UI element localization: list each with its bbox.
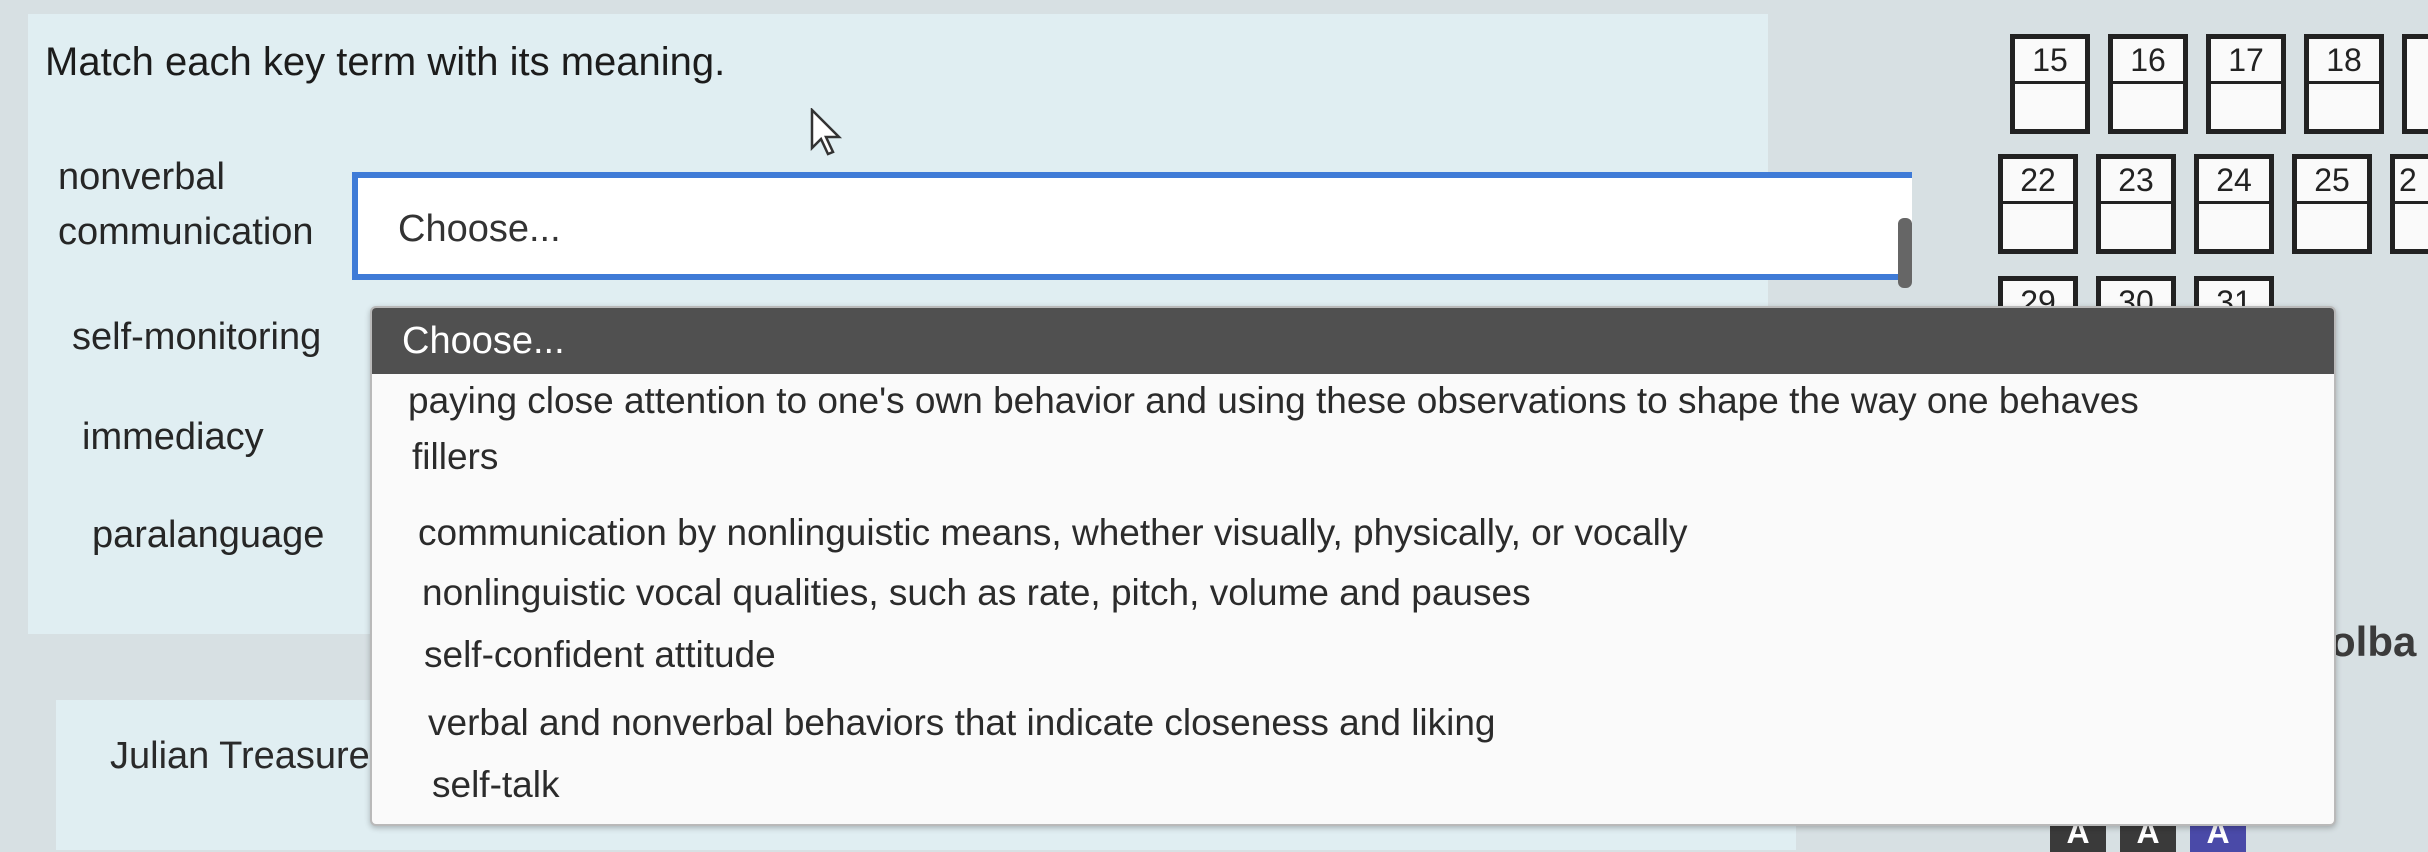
dropdown-option[interactable]: communication by nonlinguistic means, wh… bbox=[418, 512, 1688, 554]
nav-question-16[interactable]: 16 bbox=[2108, 34, 2188, 134]
term-line: nonverbal bbox=[58, 156, 225, 198]
nav-number: 2 bbox=[2395, 159, 2428, 204]
dropdown-option[interactable]: self-talk bbox=[432, 764, 559, 806]
answer-dropdown-list: Choose... paying close attention to one'… bbox=[370, 306, 2336, 826]
nav-number: 17 bbox=[2211, 39, 2281, 84]
toolbar-label-fragment: olba bbox=[2330, 618, 2417, 665]
dropdown-option[interactable]: paying close attention to one's own beha… bbox=[408, 380, 2139, 422]
dropdown-option-label: Choose... bbox=[402, 320, 565, 362]
nav-number: 25 bbox=[2297, 159, 2367, 204]
answer-select-nonverbal[interactable]: Choose... bbox=[352, 172, 1912, 288]
term-self-monitoring: self-monitoring bbox=[72, 316, 322, 358]
nav-question-23[interactable]: 23 bbox=[2096, 154, 2176, 254]
nav-question-22[interactable]: 22 bbox=[1998, 154, 2078, 254]
select-value: Choose... bbox=[398, 208, 561, 250]
nav-question-24[interactable]: 24 bbox=[2194, 154, 2274, 254]
nav-question-19[interactable] bbox=[2402, 34, 2428, 134]
dropdown-option[interactable]: verbal and nonverbal behaviors that indi… bbox=[428, 702, 1496, 744]
scroll-handle[interactable] bbox=[1898, 218, 1912, 288]
dropdown-option[interactable]: fillers bbox=[412, 436, 498, 478]
term-line: communication bbox=[58, 211, 314, 254]
nav-question-15[interactable]: 15 bbox=[2010, 34, 2090, 134]
dropdown-option[interactable]: nonlinguistic vocal qualities, such as r… bbox=[422, 572, 1531, 614]
lower-label: Julian Treasure I bbox=[110, 735, 391, 777]
nav-number: 16 bbox=[2113, 39, 2183, 84]
nav-number: 18 bbox=[2309, 39, 2379, 84]
nav-question-17[interactable]: 17 bbox=[2206, 34, 2286, 134]
nav-number: 23 bbox=[2101, 159, 2171, 204]
nav-question-18[interactable]: 18 bbox=[2304, 34, 2384, 134]
question-prompt: Match each key term with its meaning. bbox=[45, 40, 726, 84]
term-paralanguage: paralanguage bbox=[92, 514, 325, 556]
nav-number: 22 bbox=[2003, 159, 2073, 204]
nav-question-25[interactable]: 25 bbox=[2292, 154, 2372, 254]
nav-number: 24 bbox=[2199, 159, 2269, 204]
dropdown-option-selected[interactable]: Choose... bbox=[372, 308, 2334, 374]
nav-question-26[interactable]: 2 bbox=[2390, 154, 2428, 254]
term-nonverbal-communication: nonverbal communication bbox=[58, 150, 314, 260]
nav-number: 15 bbox=[2015, 39, 2085, 84]
mouse-cursor-icon bbox=[810, 108, 843, 156]
term-immediacy: immediacy bbox=[82, 416, 264, 458]
dropdown-option[interactable]: self-confident attitude bbox=[424, 634, 776, 676]
